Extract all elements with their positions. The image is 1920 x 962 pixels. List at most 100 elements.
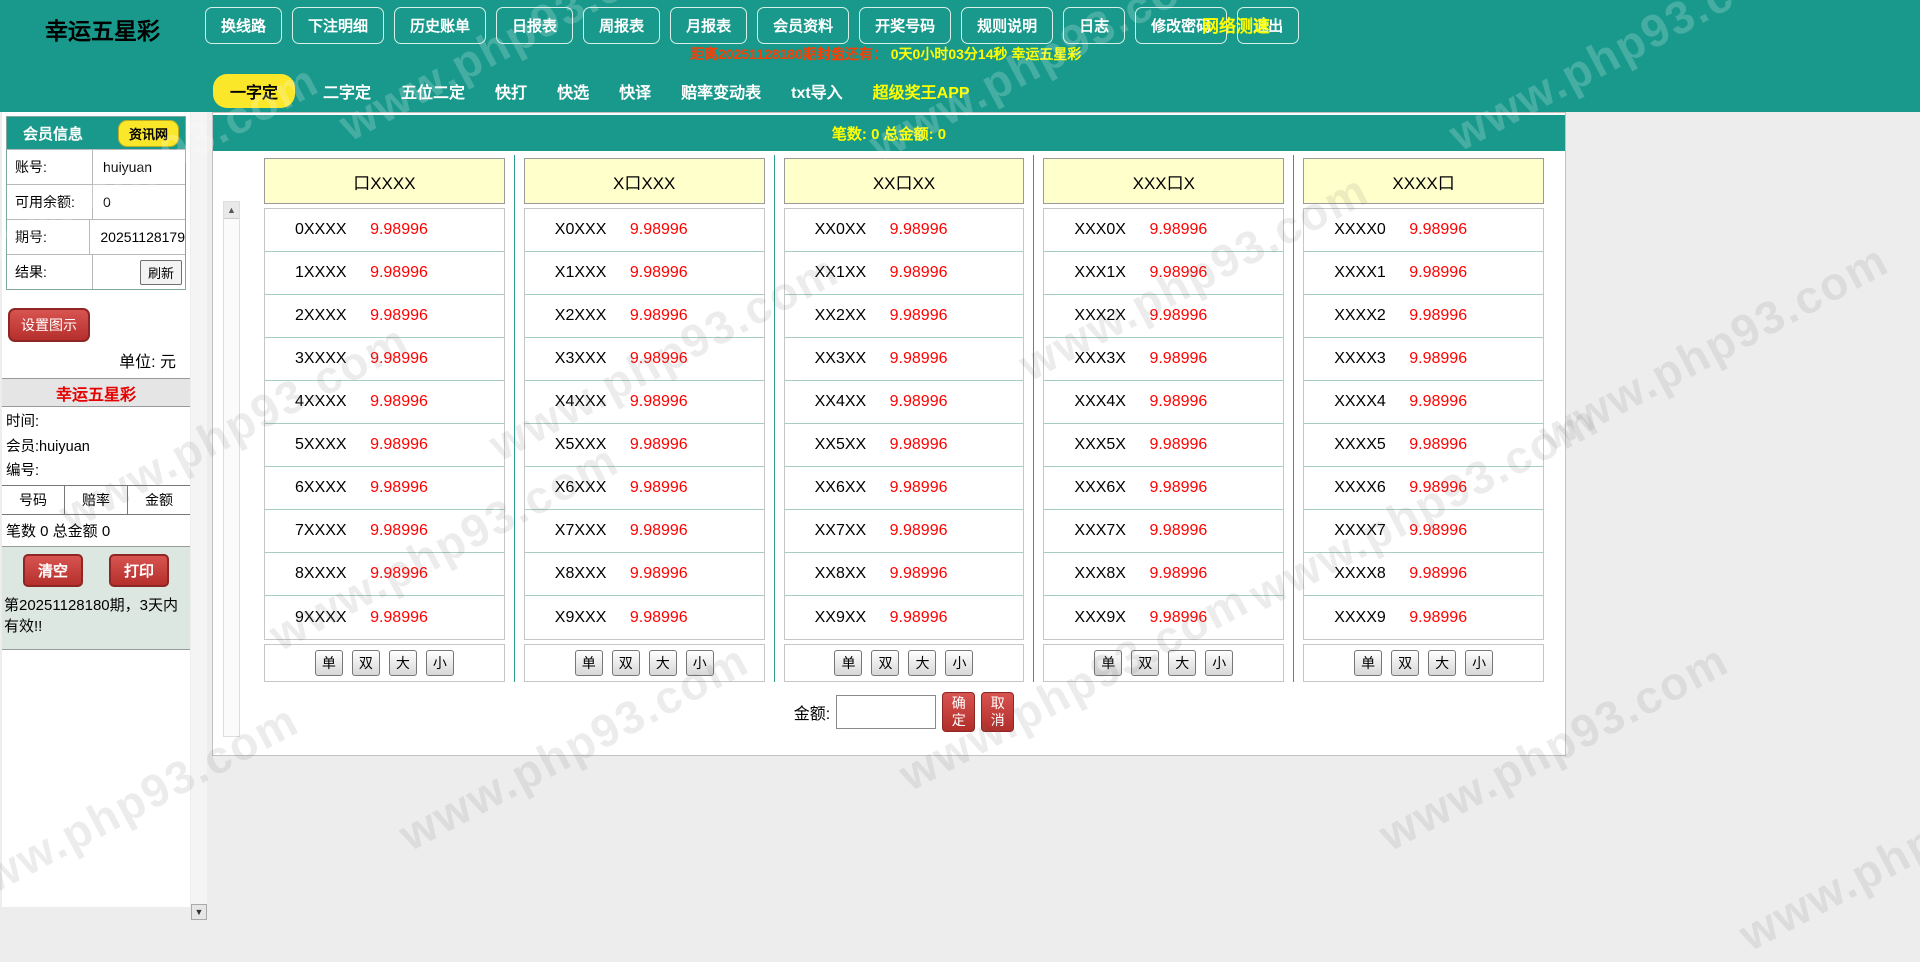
bet-row[interactable]: 4XXXX9.98996 — [265, 381, 504, 424]
bet-row[interactable]: 0XXXX9.98996 — [265, 209, 504, 252]
bet-row[interactable]: 9XXXX9.98996 — [265, 596, 504, 639]
quick-button-1[interactable]: 单 — [834, 650, 862, 676]
nav-button-3[interactable]: 历史账单 — [394, 7, 486, 44]
bet-row[interactable]: XXXX99.98996 — [1304, 596, 1543, 639]
bet-row[interactable]: XXX0X9.98996 — [1044, 209, 1283, 252]
bet-row[interactable]: XX9XX9.98996 — [785, 596, 1024, 639]
bet-row[interactable]: 8XXXX9.98996 — [265, 553, 504, 596]
bet-row[interactable]: XXX3X9.98996 — [1044, 338, 1283, 381]
quick-button-1[interactable]: 单 — [1354, 650, 1382, 676]
quick-button-2[interactable]: 双 — [1131, 650, 1159, 676]
down-arrow-icon[interactable]: ▼ — [191, 904, 207, 920]
quick-button-2[interactable]: 双 — [1391, 650, 1419, 676]
bet-row[interactable]: 3XXXX9.98996 — [265, 338, 504, 381]
nav-button-7[interactable]: 会员资料 — [757, 7, 849, 44]
bet-row[interactable]: X9XXX9.98996 — [525, 596, 764, 639]
quick-button-1[interactable]: 单 — [315, 650, 343, 676]
nav-button-5[interactable]: 周报表 — [583, 7, 660, 44]
bet-row[interactable]: X4XXX9.98996 — [525, 381, 764, 424]
quick-button-2[interactable]: 双 — [352, 650, 380, 676]
bet-row[interactable]: XX8XX9.98996 — [785, 553, 1024, 596]
quick-button-4[interactable]: 小 — [945, 650, 973, 676]
bet-row[interactable]: X8XXX9.98996 — [525, 553, 764, 596]
tab-6[interactable]: 快译 — [617, 74, 653, 108]
refresh-button[interactable]: 刷新 — [140, 260, 182, 285]
bet-row[interactable]: XXXX79.98996 — [1304, 510, 1543, 553]
table-scrollbar[interactable]: ▲ — [223, 201, 240, 737]
quick-button-2[interactable]: 双 — [612, 650, 640, 676]
bet-row[interactable]: XXXX39.98996 — [1304, 338, 1543, 381]
bet-row[interactable]: XX0XX9.98996 — [785, 209, 1024, 252]
bet-row[interactable]: X3XXX9.98996 — [525, 338, 764, 381]
bet-row[interactable]: XXX4X9.98996 — [1044, 381, 1283, 424]
bet-row[interactable]: XXXX69.98996 — [1304, 467, 1543, 510]
quick-button-1[interactable]: 单 — [1094, 650, 1122, 676]
bet-row[interactable]: XXX5X9.98996 — [1044, 424, 1283, 467]
bet-row[interactable]: 6XXXX9.98996 — [265, 467, 504, 510]
bet-row[interactable]: XXX9X9.98996 — [1044, 596, 1283, 639]
nav-button-2[interactable]: 下注明细 — [292, 7, 384, 44]
nav-button-9[interactable]: 规则说明 — [961, 7, 1053, 44]
amount-input[interactable] — [836, 695, 936, 729]
quick-button-3[interactable]: 大 — [1168, 650, 1196, 676]
bet-row[interactable]: XXXX59.98996 — [1304, 424, 1543, 467]
tab-4[interactable]: 快打 — [493, 74, 529, 108]
set-picture-button[interactable]: 设置图示 — [8, 308, 90, 342]
up-arrow-icon[interactable]: ▲ — [224, 202, 239, 219]
quick-button-1[interactable]: 单 — [575, 650, 603, 676]
tab-8[interactable]: txt导入 — [789, 74, 845, 108]
nav-button-6[interactable]: 月报表 — [670, 7, 747, 44]
cancel-button[interactable]: 取消 — [981, 692, 1014, 732]
bet-row[interactable]: XX7XX9.98996 — [785, 510, 1024, 553]
bet-row[interactable]: XXXX29.98996 — [1304, 295, 1543, 338]
bet-row[interactable]: XXXX89.98996 — [1304, 553, 1543, 596]
sidebar-scrollbar[interactable]: ▼ — [191, 112, 207, 920]
quick-button-4[interactable]: 小 — [1205, 650, 1233, 676]
bet-row[interactable]: X7XXX9.98996 — [525, 510, 764, 553]
quick-button-4[interactable]: 小 — [1465, 650, 1493, 676]
bet-row[interactable]: XXXX19.98996 — [1304, 252, 1543, 295]
network-speed-link[interactable]: 网络测速 — [1202, 12, 1270, 37]
tab-2[interactable]: 二字定 — [321, 74, 373, 108]
bet-row[interactable]: XX6XX9.98996 — [785, 467, 1024, 510]
quick-button-4[interactable]: 小 — [426, 650, 454, 676]
bet-row[interactable]: XXX1X9.98996 — [1044, 252, 1283, 295]
bet-row[interactable]: XX3XX9.98996 — [785, 338, 1024, 381]
bet-row[interactable]: 1XXXX9.98996 — [265, 252, 504, 295]
bet-row[interactable]: XXX7X9.98996 — [1044, 510, 1283, 553]
bet-row[interactable]: 2XXXX9.98996 — [265, 295, 504, 338]
bet-row[interactable]: X2XXX9.98996 — [525, 295, 764, 338]
quick-button-2[interactable]: 双 — [871, 650, 899, 676]
bet-row[interactable]: X6XXX9.98996 — [525, 467, 764, 510]
tab-7[interactable]: 赔率变动表 — [679, 74, 763, 108]
bet-row[interactable]: XX4XX9.98996 — [785, 381, 1024, 424]
tab-1[interactable]: 一字定 — [213, 74, 295, 108]
quick-button-3[interactable]: 大 — [649, 650, 677, 676]
tab-9[interactable]: 超级奖王APP — [871, 74, 972, 108]
bet-row[interactable]: X1XXX9.98996 — [525, 252, 764, 295]
nav-button-8[interactable]: 开奖号码 — [859, 7, 951, 44]
bet-row[interactable]: X0XXX9.98996 — [525, 209, 764, 252]
confirm-button[interactable]: 确定 — [942, 692, 975, 732]
bet-row[interactable]: 5XXXX9.98996 — [265, 424, 504, 467]
clear-button[interactable]: 清空 — [23, 554, 83, 587]
bet-row[interactable]: XX5XX9.98996 — [785, 424, 1024, 467]
bet-row[interactable]: X5XXX9.98996 — [525, 424, 764, 467]
bet-row[interactable]: XX2XX9.98996 — [785, 295, 1024, 338]
nav-button-10[interactable]: 日志 — [1063, 7, 1125, 44]
quick-button-3[interactable]: 大 — [908, 650, 936, 676]
news-site-button[interactable]: 资讯网 — [118, 120, 179, 147]
bet-row[interactable]: XXX8X9.98996 — [1044, 553, 1283, 596]
bet-row[interactable]: XX1XX9.98996 — [785, 252, 1024, 295]
bet-row[interactable]: XXXX09.98996 — [1304, 209, 1543, 252]
tab-5[interactable]: 快选 — [555, 74, 591, 108]
bet-row[interactable]: XXX6X9.98996 — [1044, 467, 1283, 510]
bet-row[interactable]: 7XXXX9.98996 — [265, 510, 504, 553]
quick-button-3[interactable]: 大 — [1428, 650, 1456, 676]
nav-button-1[interactable]: 换线路 — [205, 7, 282, 44]
quick-button-3[interactable]: 大 — [389, 650, 417, 676]
tab-3[interactable]: 五位二定 — [399, 74, 467, 108]
bet-row[interactable]: XXXX49.98996 — [1304, 381, 1543, 424]
nav-button-4[interactable]: 日报表 — [496, 7, 573, 44]
print-button[interactable]: 打印 — [109, 554, 169, 587]
